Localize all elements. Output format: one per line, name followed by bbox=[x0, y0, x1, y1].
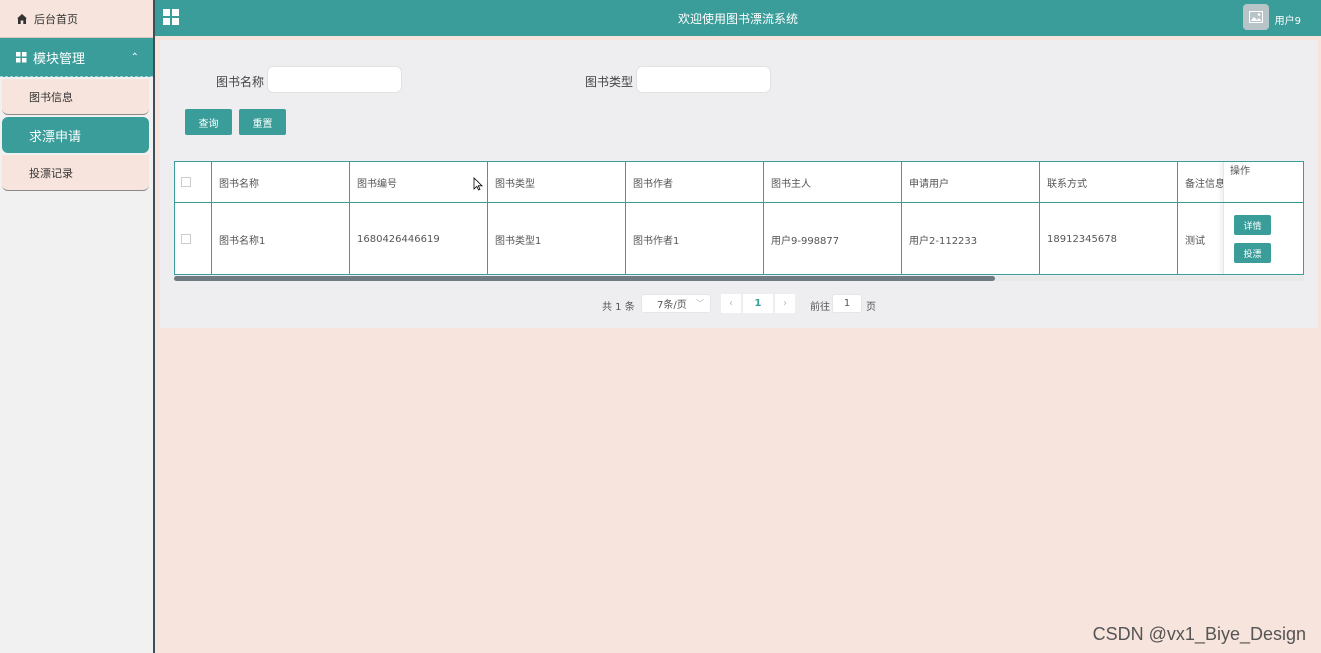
table-cell: 图书名称1 bbox=[212, 203, 350, 274]
detail-button[interactable]: 详情 bbox=[1234, 215, 1271, 235]
column-header[interactable]: 图书作者 bbox=[626, 162, 764, 202]
table-cell: 图书作者1 bbox=[626, 203, 764, 274]
book-type-label: 图书类型 bbox=[585, 75, 634, 89]
page-title: 欢迎使用图书漂流系统 bbox=[677, 11, 798, 26]
table-cell: 用户2-112233 bbox=[902, 203, 1040, 274]
row-actions: 详情 投漂 bbox=[1223, 203, 1303, 274]
column-header[interactable]: 图书主人 bbox=[764, 162, 902, 202]
goto-page-input[interactable]: 1 bbox=[832, 294, 862, 313]
avatar[interactable] bbox=[1243, 4, 1269, 30]
select-all-cell bbox=[175, 162, 212, 202]
select-all-checkbox[interactable] bbox=[181, 177, 191, 187]
goto-page-suffix: 页 bbox=[866, 302, 876, 313]
table-cell: 用户9-998877 bbox=[764, 203, 902, 274]
column-header[interactable]: 申请用户 bbox=[902, 162, 1040, 202]
column-header[interactable]: 图书名称 bbox=[212, 162, 350, 202]
user-name[interactable]: 用户9 bbox=[1275, 12, 1301, 27]
table-header-row: 图书名称 图书编号 图书类型 图书作者 图书主人 申请用户 联系方式 备注信息 … bbox=[175, 162, 1303, 203]
sidebar-item-label: 投漂记录 bbox=[29, 166, 73, 180]
sidebar-item-label: 图书信息 bbox=[29, 90, 73, 104]
nav-group-module-management[interactable]: 模块管理 ⌃ bbox=[0, 38, 153, 77]
watermark: CSDN @vx1_Biye_Design bbox=[1092, 624, 1306, 644]
grid-icon bbox=[16, 51, 27, 63]
sidebar-item-book-info[interactable]: 图书信息 bbox=[2, 79, 149, 115]
sidebar: 后台首页 模块管理 ⌃ 图书信息 求漂申请 投漂记录 bbox=[0, 0, 155, 653]
table-cell: 18912345678 bbox=[1040, 203, 1178, 274]
sidebar-item-label: 求漂申请 bbox=[29, 129, 82, 145]
prev-page-button[interactable]: ‹ bbox=[721, 294, 741, 313]
column-header[interactable]: 图书类型 bbox=[488, 162, 626, 202]
pagination-total: 共 1 条 bbox=[602, 302, 635, 313]
pagination: 共 1 条 7条/页 ﹀ ‹ 1 › 前往 1 页 bbox=[160, 294, 1318, 314]
drift-button[interactable]: 投漂 bbox=[1234, 243, 1271, 263]
page-size-select[interactable]: 7条/页 ﹀ bbox=[641, 294, 711, 313]
next-page-button[interactable]: › bbox=[775, 294, 795, 313]
column-header-actions: 操作 bbox=[1223, 162, 1303, 202]
book-type-input[interactable] bbox=[636, 66, 771, 93]
scrollbar-thumb[interactable] bbox=[174, 276, 995, 281]
table-cell: 1680426446619 bbox=[350, 203, 488, 274]
query-button[interactable]: 查询 bbox=[185, 109, 232, 135]
chevron-left-icon: ‹ bbox=[729, 298, 733, 309]
nav-home-label: 后台首页 bbox=[34, 12, 78, 26]
table-row: 图书名称1 1680426446619 图书类型1 图书作者1 用户9-9988… bbox=[175, 203, 1303, 274]
book-name-input[interactable] bbox=[267, 66, 402, 93]
row-checkbox[interactable] bbox=[181, 234, 191, 244]
page-number-current[interactable]: 1 bbox=[743, 294, 773, 313]
chevron-down-icon: ﹀ bbox=[696, 299, 704, 308]
chevron-up-icon: ⌃ bbox=[130, 51, 139, 63]
page-size-value: 7条/页 bbox=[657, 300, 687, 311]
sidebar-item-drift-records[interactable]: 投漂记录 bbox=[2, 155, 149, 191]
reset-button[interactable]: 重置 bbox=[239, 109, 286, 135]
nav-home[interactable]: 后台首页 bbox=[0, 0, 153, 38]
image-icon bbox=[1249, 11, 1263, 23]
home-icon bbox=[16, 13, 28, 25]
mouse-cursor-icon bbox=[473, 177, 483, 191]
column-header[interactable]: 图书编号 bbox=[350, 162, 488, 202]
data-table: 图书名称 图书编号 图书类型 图书作者 图书主人 申请用户 联系方式 备注信息 … bbox=[174, 161, 1304, 275]
chevron-right-icon: › bbox=[783, 298, 787, 309]
nav-group-label: 模块管理 bbox=[33, 51, 86, 67]
top-bar: 欢迎使用图书漂流系统 用户9 bbox=[155, 0, 1321, 36]
table-cell: 图书类型1 bbox=[488, 203, 626, 274]
column-header[interactable]: 联系方式 bbox=[1040, 162, 1178, 202]
sidebar-item-drift-request[interactable]: 求漂申请 bbox=[2, 117, 149, 153]
row-select-cell bbox=[175, 203, 212, 274]
book-name-label: 图书名称 bbox=[216, 75, 265, 89]
goto-label: 前往 bbox=[810, 302, 830, 313]
table-horizontal-scrollbar[interactable] bbox=[174, 276, 1304, 281]
main-panel: 图书名称 图书类型 查询 重置 图书名称 图书编号 图书类型 图书作者 图书主人… bbox=[160, 40, 1318, 328]
